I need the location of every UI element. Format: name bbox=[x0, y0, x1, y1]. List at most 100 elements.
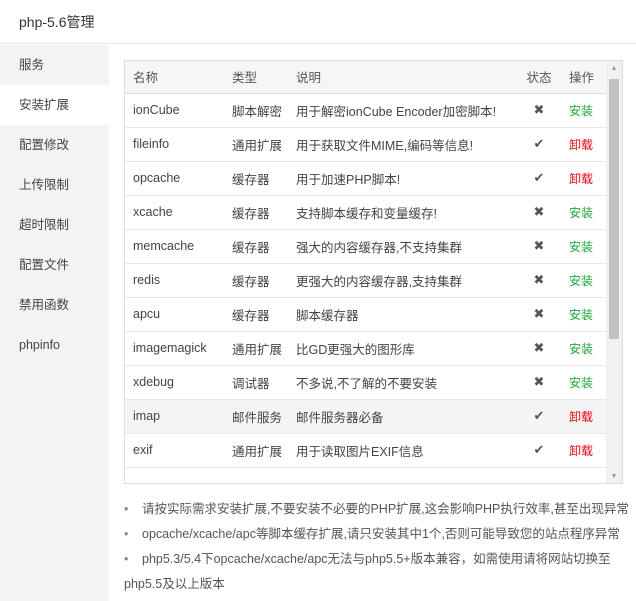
extension-status: ✖ bbox=[517, 263, 561, 298]
extension-action-cell: 卸载 bbox=[561, 399, 607, 434]
extension-desc: 用于解密ionCube Encoder加密脚本! bbox=[288, 93, 517, 128]
note-text: 请按实际需求安装扩展,不要安装不必要的PHP扩展,这会影响PHP执行效率,甚至出… bbox=[142, 502, 629, 516]
extension-status: ✖ bbox=[517, 229, 561, 264]
extension-action-cell: 卸载 bbox=[561, 433, 607, 468]
uninstall-link[interactable]: 卸载 bbox=[569, 444, 593, 458]
extension-status: ✖ bbox=[517, 365, 561, 400]
table-row: imap 邮件服务 邮件服务器必备 ✔ 卸载 bbox=[125, 399, 607, 434]
cross-icon: ✖ bbox=[533, 102, 545, 117]
check-icon: ✔ bbox=[533, 442, 545, 457]
extension-status: ✖ bbox=[517, 297, 561, 332]
extension-type: 缓存器 bbox=[224, 195, 288, 230]
extension-status: ✔ bbox=[517, 433, 561, 468]
extensions-table-container: 名称 类型 说明 状态 操作 ionCube 脚本解密 用于解密ionCube En… bbox=[124, 60, 623, 484]
header-type: 类型 bbox=[224, 61, 288, 94]
sidebar-item[interactable]: 上传限制 bbox=[0, 165, 109, 205]
extension-action-cell: 卸载 bbox=[561, 161, 607, 196]
extension-name: redis bbox=[125, 263, 224, 298]
extension-action-cell: 安装 bbox=[561, 263, 607, 298]
cross-icon: ✖ bbox=[533, 340, 545, 355]
note-item: • php5.3/5.4下opcache/xcache/apc无法与php5.5+… bbox=[124, 547, 629, 597]
extension-desc: 支持脚本缓存和变量缓存! bbox=[288, 195, 517, 230]
extension-type: 缓存器 bbox=[224, 263, 288, 298]
sidebar-item[interactable]: 禁用函数 bbox=[0, 285, 109, 325]
header-name: 名称 bbox=[125, 61, 224, 94]
extension-type: 缓存器 bbox=[224, 161, 288, 196]
table-row: redis 缓存器 更强大的内容缓存器,支持集群 ✖ 安装 bbox=[125, 263, 607, 298]
extension-desc: 强大的内容缓存器,不支持集群 bbox=[288, 229, 517, 264]
note-text: php5.3/5.4下opcache/xcache/apc无法与php5.5+版… bbox=[124, 552, 611, 591]
uninstall-link[interactable]: 卸载 bbox=[569, 410, 593, 424]
sidebar-item[interactable]: 超时限制 bbox=[0, 205, 109, 245]
extension-action-cell: 安装 bbox=[561, 229, 607, 264]
table-row: xcache 缓存器 支持脚本缓存和变量缓存! ✖ 安装 bbox=[125, 195, 607, 230]
install-link[interactable]: 安装 bbox=[569, 308, 593, 322]
install-link[interactable]: 安装 bbox=[569, 342, 593, 356]
sidebar-item[interactable]: 服务 bbox=[0, 45, 109, 85]
table-row: opcache 缓存器 用于加速PHP脚本! ✔ 卸载 bbox=[125, 161, 607, 196]
sidebar-item[interactable]: phpinfo bbox=[0, 325, 109, 365]
scroll-up-arrow-icon[interactable]: ▲ bbox=[606, 61, 622, 75]
bullet-icon: • bbox=[124, 527, 129, 541]
extension-name: opcache bbox=[125, 161, 224, 196]
extension-desc: 更强大的内容缓存器,支持集群 bbox=[288, 263, 517, 298]
extension-type: 通用扩展 bbox=[224, 433, 288, 468]
table-row: exif 通用扩展 用于读取图片EXIF信息 ✔ 卸载 bbox=[125, 433, 607, 468]
extension-type: 调试器 bbox=[224, 365, 288, 400]
extensions-table: 名称 类型 说明 状态 操作 ionCube 脚本解密 用于解密ionCube En… bbox=[125, 61, 607, 468]
extension-action-cell: 卸载 bbox=[561, 127, 607, 162]
extension-name: exif bbox=[125, 433, 224, 468]
sidebar-item[interactable]: 安装扩展 bbox=[0, 85, 109, 125]
header-action: 操作 bbox=[561, 61, 607, 94]
extension-action-cell: 安装 bbox=[561, 365, 607, 400]
table-row: memcache 缓存器 强大的内容缓存器,不支持集群 ✖ 安装 bbox=[125, 229, 607, 264]
extension-desc: 邮件服务器必备 bbox=[288, 399, 517, 434]
extension-name: apcu bbox=[125, 297, 224, 332]
uninstall-link[interactable]: 卸载 bbox=[569, 172, 593, 186]
extension-type: 邮件服务 bbox=[224, 399, 288, 434]
install-link[interactable]: 安装 bbox=[569, 376, 593, 390]
table-row: ionCube 脚本解密 用于解密ionCube Encoder加密脚本! ✖ 安装 bbox=[125, 93, 607, 128]
extension-status: ✖ bbox=[517, 93, 561, 128]
extension-desc: 不多说,不了解的不要安装 bbox=[288, 365, 517, 400]
table-row: imagemagick 通用扩展 比GD更强大的图形库 ✖ 安装 bbox=[125, 331, 607, 366]
header-desc: 说明 bbox=[288, 61, 517, 94]
note-text: opcache/xcache/apc等脚本缓存扩展,请只安装其中1个,否则可能导… bbox=[142, 527, 620, 541]
uninstall-link[interactable]: 卸载 bbox=[569, 138, 593, 152]
notes-list: • 请按实际需求安装扩展,不要安装不必要的PHP扩展,这会影响PHP执行效率,甚至… bbox=[124, 497, 629, 597]
table-header-row: 名称 类型 说明 状态 操作 bbox=[125, 61, 607, 94]
install-link[interactable]: 安装 bbox=[569, 274, 593, 288]
check-icon: ✔ bbox=[533, 136, 545, 151]
cross-icon: ✖ bbox=[533, 306, 545, 321]
cross-icon: ✖ bbox=[533, 204, 545, 219]
note-item: • 请按实际需求安装扩展,不要安装不必要的PHP扩展,这会影响PHP执行效率,甚至… bbox=[124, 497, 629, 522]
extension-type: 缓存器 bbox=[224, 297, 288, 332]
table-scrollbar[interactable]: ▲ ▼ bbox=[606, 61, 622, 483]
extension-status: ✔ bbox=[517, 399, 561, 434]
check-icon: ✔ bbox=[533, 408, 545, 423]
bullet-icon: • bbox=[124, 502, 129, 516]
extension-action-cell: 安装 bbox=[561, 331, 607, 366]
scroll-down-arrow-icon[interactable]: ▼ bbox=[606, 469, 622, 483]
extension-desc: 脚本缓存器 bbox=[288, 297, 517, 332]
extension-type: 通用扩展 bbox=[224, 331, 288, 366]
extension-name: xcache bbox=[125, 195, 224, 230]
install-link[interactable]: 安装 bbox=[569, 240, 593, 254]
extension-status: ✔ bbox=[517, 127, 561, 162]
extension-type: 脚本解密 bbox=[224, 93, 288, 128]
extension-status: ✖ bbox=[517, 195, 561, 230]
extension-name: fileinfo bbox=[125, 127, 224, 162]
extension-name: imap bbox=[125, 399, 224, 434]
extension-desc: 用于获取文件MIME,编码等信息! bbox=[288, 127, 517, 162]
sidebar-item[interactable]: 配置修改 bbox=[0, 125, 109, 165]
sidebar-item[interactable]: 配置文件 bbox=[0, 245, 109, 285]
extension-name: memcache bbox=[125, 229, 224, 264]
table-row: xdebug 调试器 不多说,不了解的不要安装 ✖ 安装 bbox=[125, 365, 607, 400]
scroll-thumb[interactable] bbox=[609, 79, 619, 339]
extension-desc: 比GD更强大的图形库 bbox=[288, 331, 517, 366]
install-link[interactable]: 安装 bbox=[569, 104, 593, 118]
extension-name: imagemagick bbox=[125, 331, 224, 366]
table-row: apcu 缓存器 脚本缓存器 ✖ 安装 bbox=[125, 297, 607, 332]
check-icon: ✔ bbox=[533, 170, 545, 185]
install-link[interactable]: 安装 bbox=[569, 206, 593, 220]
